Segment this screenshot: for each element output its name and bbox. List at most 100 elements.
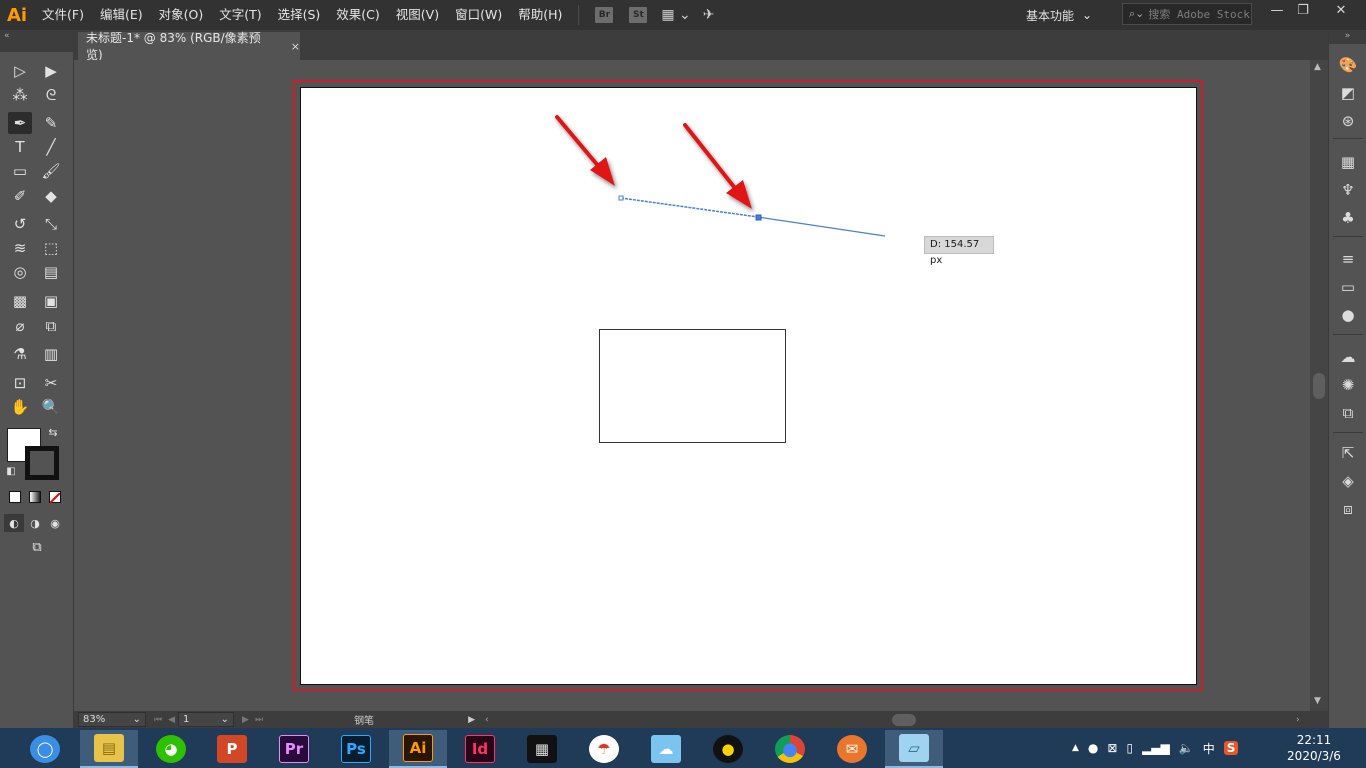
stroke-color-swatch[interactable] xyxy=(25,446,59,480)
artboard-number-select[interactable]: 1 ⌄ xyxy=(178,712,235,727)
panel-collapse-grip[interactable]: « xyxy=(0,30,73,52)
color-themes-icon[interactable]: ⊛ xyxy=(1337,110,1359,132)
taskbar-notes-app[interactable]: ▱ xyxy=(885,730,943,768)
color-guide-icon[interactable]: ◩ xyxy=(1337,82,1359,104)
symbol-sprayer-tool-icon[interactable]: ⚗ xyxy=(8,343,32,365)
shaper-tool-icon[interactable]: ✐ xyxy=(8,185,32,207)
prev-artboard-icon[interactable]: ◀ xyxy=(168,715,175,725)
menu-edit[interactable]: 编辑(E) xyxy=(92,0,151,30)
workspace-switcher[interactable]: 基本功能 ⌄ xyxy=(1026,4,1092,26)
none-mode-swatch[interactable] xyxy=(49,491,61,504)
scroll-up-icon[interactable]: ▲ xyxy=(1314,62,1321,72)
taskbar-illustrator[interactable]: Ai xyxy=(389,730,447,768)
default-colors-icon[interactable]: ◧ xyxy=(4,464,18,478)
gradient-tool-icon[interactable]: ▣ xyxy=(39,290,63,312)
line-segment-tool-icon[interactable]: ╱ xyxy=(39,136,63,158)
scroll-left-icon[interactable]: ‹ xyxy=(485,715,489,725)
layers-icon[interactable]: ◈ xyxy=(1337,470,1359,492)
document-tab[interactable]: 未标题-1* @ 83% (RGB/像素预览) × xyxy=(78,31,300,62)
sogou-ime-icon[interactable]: S xyxy=(1223,741,1239,755)
zoom-select[interactable]: 83% ⌄ xyxy=(78,712,146,727)
volume-icon[interactable]: 🔈 xyxy=(1179,741,1194,755)
screen-mode-icon[interactable]: ⧉ xyxy=(24,538,50,556)
close-tab-icon[interactable]: × xyxy=(291,40,300,53)
paintbrush-tool-icon[interactable]: 🖌 xyxy=(39,160,63,182)
bridge-button[interactable]: Br xyxy=(595,7,614,23)
cc-libraries-icon[interactable]: ☁ xyxy=(1337,346,1359,368)
scale-tool-icon[interactable]: ⤡ xyxy=(39,213,63,235)
eyedropper-tool-icon[interactable]: ⌀ xyxy=(8,315,32,337)
gradient-mode-swatch[interactable] xyxy=(29,491,41,503)
draw-normal-icon[interactable]: ◐ xyxy=(4,514,24,532)
arrange-documents-icon[interactable]: ▦ ⌄ xyxy=(661,7,690,23)
taskbar-photoshop[interactable]: Ps xyxy=(327,730,385,768)
menu-effect[interactable]: 效果(C) xyxy=(328,0,387,30)
swap-fill-stroke-icon[interactable]: ⇆ xyxy=(46,425,60,439)
last-artboard-icon[interactable]: ⏭ xyxy=(255,715,263,725)
first-artboard-icon[interactable]: ⏮ xyxy=(154,715,162,725)
taskbar-wechat[interactable]: ◕ xyxy=(142,730,200,768)
magic-wand-tool-icon[interactable]: ⁂ xyxy=(8,84,32,106)
free-transform-tool-icon[interactable]: ⬚ xyxy=(39,237,63,259)
menu-file[interactable]: 文件(F) xyxy=(34,0,92,30)
ime-indicator[interactable]: 中 xyxy=(1203,740,1215,757)
stock-button[interactable]: St xyxy=(629,7,648,23)
next-artboard-icon[interactable]: ▶ xyxy=(242,715,249,725)
export-icon[interactable]: ⇱ xyxy=(1337,442,1359,464)
taskbar-qq[interactable]: ● xyxy=(699,730,757,768)
slice-tool-icon[interactable]: ✂ xyxy=(39,372,63,394)
canvas-area[interactable]: D: 154.57 px xyxy=(74,60,1310,711)
menu-view[interactable]: 视图(V) xyxy=(388,0,447,30)
system-clock[interactable]: 22:11 2020/3/6 xyxy=(1284,732,1344,764)
scroll-down-icon[interactable]: ▼ xyxy=(1314,696,1321,706)
taskbar-video-editor[interactable]: ▦ xyxy=(513,730,571,768)
width-tool-icon[interactable]: ≋ xyxy=(8,237,32,259)
hand-tool-icon[interactable]: ✋ xyxy=(8,396,32,418)
taskbar-chrome[interactable]: ● xyxy=(761,730,819,768)
draw-behind-icon[interactable]: ◑ xyxy=(25,514,45,532)
brushes-icon[interactable]: ♆ xyxy=(1337,179,1359,201)
eraser-tool-icon[interactable]: ◆ xyxy=(39,185,63,207)
dock-collapse-grip[interactable]: » xyxy=(1329,30,1366,44)
taskbar-umbrella-app[interactable]: ☂ xyxy=(575,730,633,768)
draw-inside-icon[interactable]: ◉ xyxy=(45,514,65,532)
perspective-grid-tool-icon[interactable]: ▤ xyxy=(39,261,63,283)
horizontal-scroll-thumb[interactable] xyxy=(892,714,916,726)
graphic-styles-icon[interactable]: ⧉ xyxy=(1337,402,1359,424)
transparency-icon[interactable]: ● xyxy=(1337,304,1359,326)
taskbar-indesign[interactable]: Id xyxy=(451,730,509,768)
status-menu-icon[interactable]: ▶ xyxy=(468,715,475,725)
rectangle-tool-icon[interactable]: ▭ xyxy=(8,160,32,182)
rotate-tool-icon[interactable]: ↺ xyxy=(8,213,32,235)
scroll-right-icon[interactable]: › xyxy=(1296,715,1300,725)
zoom-tool-icon[interactable]: 🔍 xyxy=(39,396,63,418)
vertical-scroll-thumb[interactable] xyxy=(1313,373,1325,399)
menu-select[interactable]: 选择(S) xyxy=(270,0,329,30)
show-hidden-icons-icon[interactable]: ▲ xyxy=(1072,743,1079,753)
stock-search-input[interactable]: ⌕⌄ 搜索 Adobe Stock xyxy=(1122,3,1252,25)
battery-icon[interactable]: ▯ xyxy=(1126,741,1133,755)
taskbar-premiere[interactable]: Pr xyxy=(265,730,323,768)
network-status-icon[interactable]: ⊠ xyxy=(1107,741,1117,755)
pen-tool-icon[interactable]: ✒ xyxy=(8,112,32,134)
color-icon[interactable]: 🎨 xyxy=(1337,54,1359,76)
appearance-icon[interactable]: ✺ xyxy=(1337,374,1359,396)
taskbar-powerpoint[interactable]: P xyxy=(203,730,261,768)
curvature-tool-icon[interactable]: ✎ xyxy=(39,112,63,134)
restore-button[interactable]: ❐ xyxy=(1288,0,1318,24)
direct-selection-tool-icon[interactable]: ▶ xyxy=(39,60,63,82)
rectangle-shape[interactable] xyxy=(599,329,786,443)
mesh-tool-icon[interactable]: ▩ xyxy=(8,290,32,312)
menu-window[interactable]: 窗口(W) xyxy=(447,0,510,30)
lasso-tool-icon[interactable]: ᘓ xyxy=(39,84,63,106)
signal-icon[interactable]: ▂▄▆ xyxy=(1142,741,1170,755)
qq-tray-icon[interactable]: ● xyxy=(1088,741,1098,755)
type-tool-icon[interactable]: T xyxy=(8,136,32,158)
gradient-icon[interactable]: ▭ xyxy=(1337,276,1359,298)
swatches-icon[interactable]: ▦ xyxy=(1337,151,1359,173)
stroke-icon[interactable]: ≡ xyxy=(1337,248,1359,270)
menu-help[interactable]: 帮助(H) xyxy=(510,0,570,30)
gpu-performance-icon[interactable]: ✈ xyxy=(703,7,715,23)
artboards-icon[interactable]: ⧈ xyxy=(1337,498,1359,520)
taskbar-foxmail[interactable]: ✉ xyxy=(823,730,881,768)
